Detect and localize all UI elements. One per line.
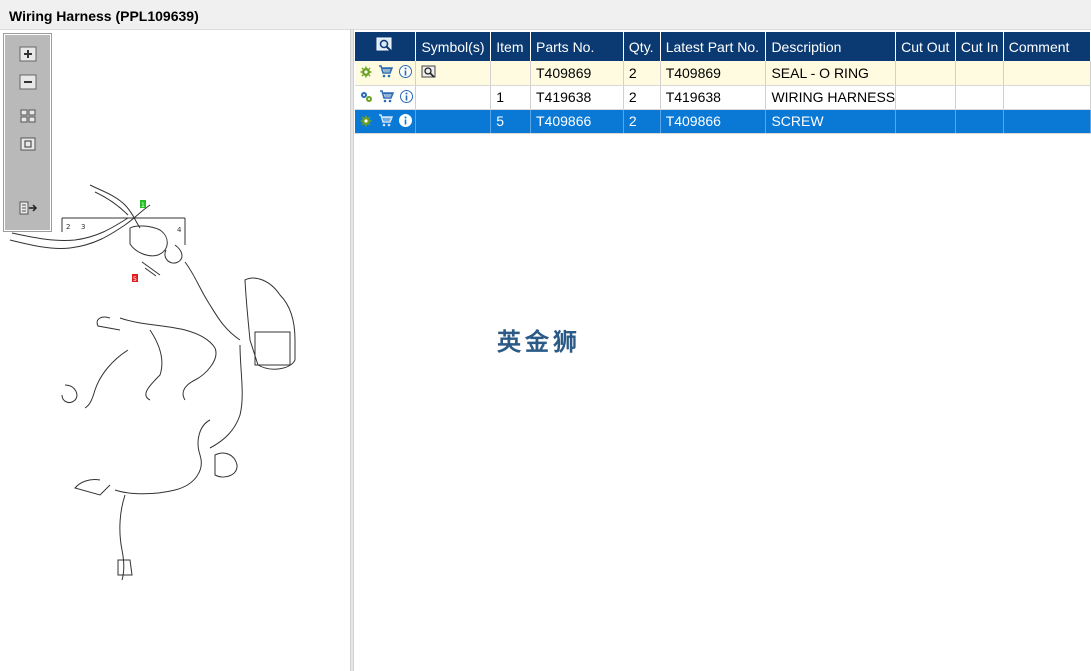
cart-icon[interactable] bbox=[378, 65, 393, 81]
column-header-qty[interactable]: Qty. bbox=[623, 32, 661, 61]
description-cell: SEAL - O RING bbox=[765, 61, 897, 86]
diagram-toolbar bbox=[3, 33, 52, 232]
svg-text:1: 1 bbox=[141, 202, 145, 209]
item-cell: 1 bbox=[490, 85, 531, 110]
column-header-parts-no[interactable]: Parts No. bbox=[530, 32, 624, 61]
symbol-cell bbox=[415, 85, 492, 110]
qty-cell: 2 bbox=[623, 61, 661, 86]
info-icon[interactable] bbox=[398, 113, 412, 130]
qty-cell: 2 bbox=[623, 85, 661, 110]
assembly-gears-icon[interactable] bbox=[360, 90, 373, 106]
info-icon[interactable] bbox=[399, 89, 413, 106]
cut-out-cell bbox=[895, 109, 956, 134]
gear-icon[interactable] bbox=[360, 114, 372, 130]
table-row-selected[interactable]: 5 T409866 2 T409866 SCREW bbox=[355, 109, 1091, 134]
item-cell bbox=[490, 61, 531, 86]
qty-cell: 2 bbox=[623, 109, 661, 134]
cart-icon[interactable] bbox=[378, 113, 393, 130]
parts-table: Symbol(s) Item Parts No. Qty. Latest Par… bbox=[355, 32, 1091, 134]
callout-2: 2 bbox=[66, 223, 70, 231]
comment-cell bbox=[1003, 85, 1091, 110]
column-header-search[interactable] bbox=[355, 32, 417, 61]
table-row[interactable]: 1 T419638 2 T419638 WIRING HARNESS bbox=[355, 85, 1091, 110]
diagram-pane[interactable]: 2 3 4 1 5 bbox=[0, 30, 350, 671]
cut-in-cell bbox=[955, 85, 1004, 110]
description-cell: WIRING HARNESS bbox=[765, 85, 897, 110]
parts-no-cell: T419638 bbox=[530, 85, 624, 110]
column-header-cut-in[interactable]: Cut In bbox=[955, 32, 1004, 61]
wiring-harness-diagram[interactable]: 2 3 4 1 5 bbox=[0, 30, 350, 671]
row-actions bbox=[355, 61, 417, 86]
info-icon[interactable] bbox=[398, 65, 412, 81]
window-title: Wiring Harness (PPL109639) bbox=[9, 8, 199, 24]
symbol-cell bbox=[415, 61, 492, 86]
view-symbol-icon[interactable] bbox=[421, 65, 437, 82]
svg-text:5: 5 bbox=[133, 276, 137, 283]
title-bar: Wiring Harness (PPL109639) bbox=[0, 0, 1091, 30]
cut-in-cell bbox=[955, 61, 1004, 86]
parts-pane: Symbol(s) Item Parts No. Qty. Latest Par… bbox=[355, 30, 1091, 671]
table-header-row: Symbol(s) Item Parts No. Qty. Latest Par… bbox=[355, 32, 1091, 61]
cart-icon[interactable] bbox=[379, 89, 394, 106]
gear-icon[interactable] bbox=[360, 65, 372, 81]
parts-no-cell: T409869 bbox=[530, 61, 624, 86]
column-header-latest-part-no[interactable]: Latest Part No. bbox=[660, 32, 767, 61]
comment-cell bbox=[1003, 61, 1091, 86]
row-actions bbox=[355, 109, 417, 134]
column-header-cut-out[interactable]: Cut Out bbox=[895, 32, 956, 61]
pane-splitter[interactable] bbox=[350, 30, 354, 671]
fit-grid-icon[interactable] bbox=[18, 106, 38, 126]
column-header-item[interactable]: Item bbox=[490, 32, 531, 61]
description-cell: SCREW bbox=[765, 109, 897, 134]
export-list-icon[interactable] bbox=[18, 198, 38, 218]
item-cell: 5 bbox=[490, 109, 531, 134]
zoom-out-icon[interactable] bbox=[18, 72, 38, 92]
cut-in-cell bbox=[955, 109, 1004, 134]
actual-size-icon[interactable] bbox=[18, 134, 38, 154]
latest-part-no-cell: T409869 bbox=[660, 61, 767, 86]
latest-part-no-cell: T419638 bbox=[660, 85, 767, 110]
column-header-description[interactable]: Description bbox=[765, 32, 897, 61]
parts-no-cell: T409866 bbox=[530, 109, 624, 134]
cut-out-cell bbox=[895, 61, 956, 86]
column-header-symbols[interactable]: Symbol(s) bbox=[415, 32, 492, 61]
cut-out-cell bbox=[895, 85, 956, 110]
zoom-in-icon[interactable] bbox=[18, 44, 38, 64]
symbol-cell bbox=[415, 109, 492, 134]
callout-4: 4 bbox=[177, 226, 182, 234]
latest-part-no-cell: T409866 bbox=[660, 109, 767, 134]
row-actions bbox=[355, 85, 417, 110]
table-row[interactable]: T409869 2 T409869 SEAL - O RING bbox=[355, 61, 1091, 86]
search-parts-icon bbox=[376, 37, 392, 52]
watermark: 英金狮 bbox=[497, 328, 581, 356]
column-header-comment[interactable]: Comment bbox=[1003, 32, 1091, 61]
comment-cell bbox=[1003, 109, 1091, 134]
callout-3: 3 bbox=[81, 223, 85, 231]
